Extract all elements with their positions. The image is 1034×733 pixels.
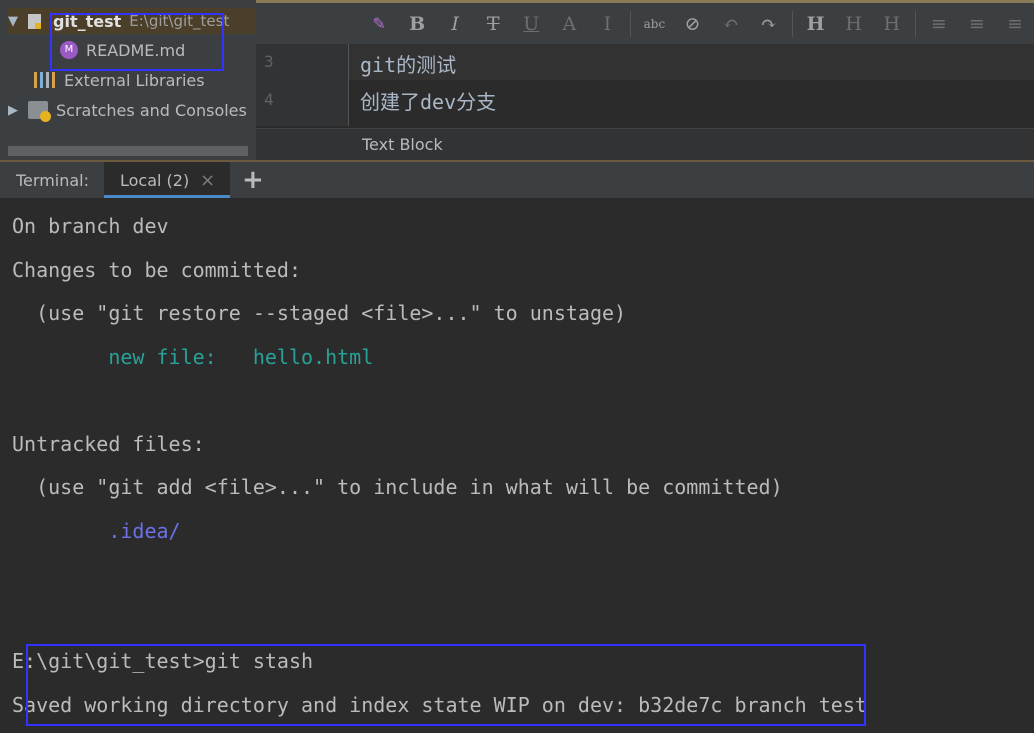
- toolbar-divider: [791, 10, 793, 37]
- underline-button[interactable]: U: [512, 13, 550, 35]
- line-number: 3: [264, 52, 274, 71]
- editor: ✎ B I T U A I abc ⊘ ↶ ↷ H H H ≡ ≡ ≡ 3 4 …: [256, 0, 1034, 161]
- pencil-icon[interactable]: ✎: [360, 14, 398, 33]
- bold-button[interactable]: B: [398, 13, 436, 35]
- tree-item-root[interactable]: ▼ git_test E:\git\git_test: [8, 8, 256, 34]
- code-line[interactable]: git的测试: [360, 49, 456, 78]
- line-number: 4: [264, 90, 274, 109]
- line-gutter: 3 4: [256, 44, 348, 126]
- library-icon: [34, 72, 56, 88]
- close-icon[interactable]: ×: [200, 170, 215, 191]
- terminal-prompt-line: E:\git\git_test>git stash: [12, 649, 314, 673]
- tree-item-external-libraries[interactable]: External Libraries: [34, 67, 205, 93]
- expand-arrow-icon[interactable]: ▼: [8, 14, 28, 29]
- outdent-button[interactable]: ≡: [996, 13, 1034, 35]
- terminal-line: .idea/: [12, 519, 181, 543]
- code-button[interactable]: abc: [635, 17, 673, 31]
- terminal-output[interactable]: On branch dev Changes to be committed: (…: [0, 198, 1034, 733]
- header-up-button[interactable]: H: [797, 13, 835, 35]
- terminal-line: Changes to be committed:: [12, 258, 301, 282]
- superscript-button[interactable]: A: [550, 13, 588, 35]
- root-name: git_test: [53, 11, 122, 31]
- toolbar-divider: [630, 10, 632, 37]
- code-line[interactable]: 创建了dev分支: [360, 86, 496, 115]
- italic-button[interactable]: I: [436, 13, 474, 35]
- tab-local[interactable]: Local (2) ×: [104, 162, 230, 198]
- subscript-button[interactable]: I: [588, 13, 626, 35]
- terminal-line: Untracked files:: [12, 432, 205, 456]
- terminal-tab-bar: Terminal: Local (2) × +: [0, 160, 1034, 198]
- top-area: ▼ git_test E:\git\git_test M README.md E…: [0, 0, 1034, 161]
- toolbar-divider: [914, 10, 916, 37]
- scratch-icon: [28, 101, 51, 122]
- header-level-button[interactable]: H: [873, 13, 911, 35]
- terminal-line: Saved working directory and index state …: [12, 693, 867, 717]
- readme-label: README.md: [86, 40, 186, 60]
- terminal-label: Terminal:: [16, 171, 90, 190]
- external-libraries-label: External Libraries: [64, 70, 205, 90]
- add-tab-button[interactable]: +: [242, 165, 264, 195]
- tree-item-scratches[interactable]: ▶ Scratches and Consoles: [8, 97, 247, 123]
- terminal-line: (use "git restore --staged <file>..." to…: [12, 301, 627, 325]
- markdown-file-icon: M: [60, 41, 78, 59]
- terminal-line: (use "git add <file>..." to include in w…: [12, 475, 783, 499]
- terminal-line: new file: hello.html: [12, 345, 374, 369]
- redo-button[interactable]: ↷: [750, 13, 788, 35]
- tree-item-readme[interactable]: M README.md: [60, 37, 185, 63]
- project-scrollbar[interactable]: [8, 146, 248, 156]
- project-panel: ▼ git_test E:\git\git_test M README.md E…: [0, 0, 256, 160]
- link-button[interactable]: ⊘: [673, 13, 711, 35]
- list-button[interactable]: ≡: [920, 13, 958, 35]
- breadcrumb: Text Block: [256, 128, 1034, 161]
- undo-button[interactable]: ↶: [712, 13, 750, 35]
- header-down-button[interactable]: H: [835, 13, 873, 35]
- root-path: E:\git\git_test: [129, 12, 230, 30]
- strikethrough-button[interactable]: T: [474, 13, 512, 35]
- terminal-line: On branch dev: [12, 214, 169, 238]
- folder-icon: [28, 13, 41, 29]
- breadcrumb-item[interactable]: Text Block: [362, 135, 443, 154]
- markdown-toolbar: ✎ B I T U A I abc ⊘ ↶ ↷ H H H ≡ ≡ ≡: [256, 0, 1034, 44]
- collapse-arrow-icon[interactable]: ▶: [8, 103, 28, 118]
- scratches-label: Scratches and Consoles: [56, 100, 247, 120]
- tab-local-label: Local (2): [120, 171, 190, 190]
- indent-button[interactable]: ≡: [958, 13, 996, 35]
